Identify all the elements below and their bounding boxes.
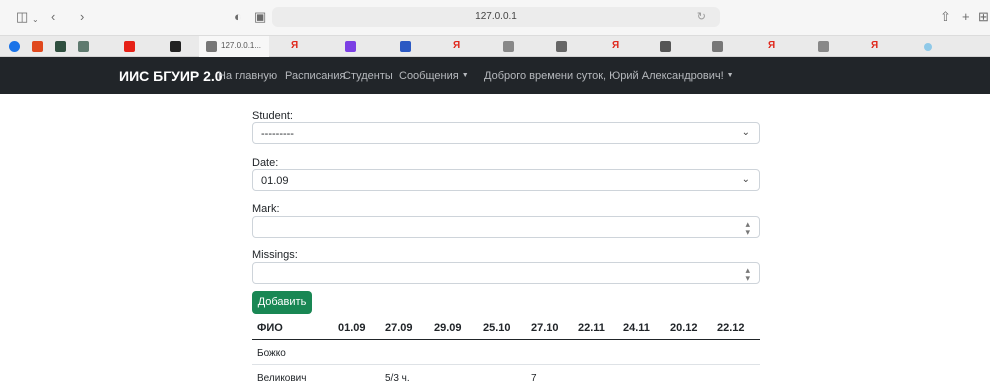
brand-logo[interactable]: ИИС БГУИР 2.0	[119, 68, 223, 84]
yandex-icon[interactable]: Я	[768, 40, 775, 52]
table-header-cell: 22.11	[578, 322, 605, 334]
table-cell: 7	[531, 373, 537, 384]
chevron-down-icon[interactable]: ⌄	[32, 13, 39, 27]
nav-user-menu[interactable]: Доброго времени суток, Юрий Александрови…	[484, 70, 734, 82]
table-cell: Великович	[257, 373, 307, 384]
forward-arrow-icon[interactable]: ›	[80, 10, 84, 24]
student-select[interactable]: --------- ⌄	[252, 122, 760, 144]
date-select-value: 01.09	[261, 175, 289, 187]
favicon-icon[interactable]	[55, 41, 66, 52]
table-cell: Божко	[257, 348, 286, 359]
mark-label: Mark:	[252, 203, 280, 215]
browser-toolbar: ◫ ⌄ ‹ › ◐ ▣ 127.0.0.1 ↻ ⇧ + ⊞	[0, 0, 990, 35]
youtube-icon[interactable]	[124, 41, 135, 52]
table-header-cell: 24.11	[623, 322, 650, 334]
yandex-icon[interactable]: Я	[871, 40, 878, 52]
table-header-cell: ФИО	[257, 322, 283, 334]
sidebar-toggle-icon[interactable]: ◫	[16, 10, 28, 24]
nav-schedules[interactable]: Расписания	[285, 70, 345, 82]
nav-students[interactable]: Студенты	[343, 70, 393, 82]
table-row-divider	[252, 364, 760, 365]
tab-overview-icon[interactable]: ⊞	[978, 10, 989, 24]
table-header-cell: 29.09	[434, 322, 462, 334]
share-icon[interactable]: ⇧	[940, 10, 951, 24]
nav-home[interactable]: На главную	[218, 70, 277, 82]
chevron-down-icon: ⌄	[741, 127, 750, 138]
chevron-down-icon: ⌄	[741, 174, 750, 185]
student-label: Student:	[252, 110, 293, 122]
yandex-icon[interactable]: Я	[612, 40, 619, 52]
reload-icon[interactable]: ↻	[697, 10, 706, 23]
favicon-icon[interactable]	[818, 41, 829, 52]
tab-label: 127.0.0.1...	[221, 41, 262, 50]
stepper-icon[interactable]: ▴ ▾	[745, 266, 750, 283]
address-bar[interactable]: 127.0.0.1 ↻	[272, 7, 720, 27]
missings-input[interactable]: ▴ ▾	[252, 262, 760, 284]
nav-user-label: Доброго времени суток, Юрий Александрови…	[484, 70, 724, 82]
tab-bar: 127.0.0.1... Я Я Я Я Я	[0, 35, 990, 57]
new-tab-icon[interactable]: +	[962, 10, 970, 24]
favicon-icon[interactable]	[78, 41, 89, 52]
favicon-icon[interactable]	[556, 41, 567, 52]
favicon-icon[interactable]	[503, 41, 514, 52]
add-button[interactable]: Добавить	[252, 291, 312, 314]
table-header-cell: 20.12	[670, 322, 698, 334]
favicon-icon[interactable]	[345, 41, 356, 52]
favicon-icon[interactable]	[712, 41, 723, 52]
date-label: Date:	[252, 157, 279, 169]
table-header-divider	[252, 339, 760, 340]
favicon-icon[interactable]	[9, 41, 20, 52]
shield-icon[interactable]: ◐	[234, 10, 242, 24]
yandex-icon[interactable]: Я	[291, 40, 298, 52]
date-select[interactable]: 01.09 ⌄	[252, 169, 760, 191]
table-header-cell: 25.10	[483, 322, 511, 334]
nav-messages-label: Сообщения	[399, 70, 459, 82]
reader-icon[interactable]: ▣	[254, 10, 266, 24]
nav-messages[interactable]: Сообщения ▼	[399, 70, 469, 82]
stepper-icon[interactable]: ▴ ▾	[745, 220, 750, 237]
tab-active[interactable]: 127.0.0.1...	[199, 36, 269, 57]
table-cell: 5/3 ч.	[385, 373, 410, 384]
table-header-cell: 22.12	[717, 322, 745, 334]
missings-label: Missings:	[252, 249, 298, 261]
favicon-icon[interactable]	[32, 41, 43, 52]
caret-down-icon: ▼	[461, 72, 469, 79]
table-header-cell: 27.09	[385, 322, 413, 334]
favicon-icon[interactable]	[924, 43, 932, 51]
caret-down-icon: ▼	[726, 72, 734, 79]
yandex-icon[interactable]: Я	[453, 40, 460, 52]
favicon-icon[interactable]	[400, 41, 411, 52]
table-header-cell: 27.10	[531, 322, 559, 334]
favicon-icon[interactable]	[170, 41, 181, 52]
table-header-cell: 01.09	[338, 322, 366, 334]
mark-input[interactable]: ▴ ▾	[252, 216, 760, 238]
favicon-icon[interactable]	[660, 41, 671, 52]
navbar: ИИС БГУИР 2.0 На главную Расписания Студ…	[0, 57, 990, 94]
favicon-icon	[206, 41, 217, 52]
url-text: 127.0.0.1	[475, 11, 517, 22]
back-arrow-icon[interactable]: ‹	[51, 10, 55, 24]
student-select-value: ---------	[261, 128, 294, 140]
